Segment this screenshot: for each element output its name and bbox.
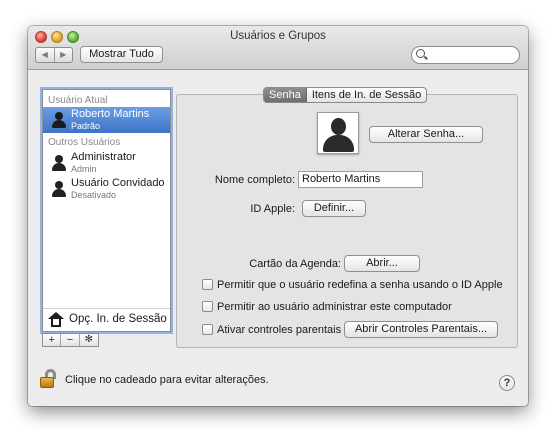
open-parental-controls-button[interactable]: Abrir Controles Parentais... (344, 321, 498, 338)
list-item-administrator[interactable]: Administrator Admin (43, 150, 170, 176)
user-icon (51, 111, 67, 129)
user-role: Admin (71, 164, 97, 174)
back-icon[interactable]: ◀ (36, 48, 55, 62)
current-user-header: Usuário Atual (48, 95, 108, 106)
user-avatar[interactable] (317, 112, 359, 154)
forward-icon[interactable]: ▶ (55, 48, 73, 62)
list-item-guest-user[interactable]: Usuário Convidado Desativado (43, 176, 170, 202)
allow-reset-password-row[interactable]: Permitir que o usuário redefina a senha … (202, 279, 503, 291)
full-name-field[interactable]: Roberto Martins (298, 171, 423, 188)
user-icon (51, 154, 67, 172)
add-user-button[interactable]: + (43, 334, 62, 346)
lock-text: Clique no cadeado para evitar alterações… (65, 374, 269, 386)
user-name: Usuário Convidado (71, 177, 165, 189)
login-options-item[interactable]: Opç. In. de Sessão (43, 308, 170, 330)
sidebar-toolbar: + − ✻ (42, 333, 99, 347)
apple-id-label: ID Apple: (250, 203, 295, 215)
search-input[interactable] (411, 46, 520, 64)
users-list[interactable]: Usuário Atual Roberto Martins Padrão Out… (42, 89, 171, 332)
allow-admin-checkbox[interactable] (202, 301, 213, 312)
tab-password[interactable]: Senha (264, 88, 307, 102)
window-title: Usuários e Grupos (230, 30, 326, 42)
house-icon (48, 312, 64, 327)
other-users-header: Outros Usuários (48, 137, 121, 148)
user-role: Padrão (71, 121, 101, 131)
allow-admin-label: Permitir ao usuário administrar este com… (217, 301, 452, 313)
nav-back-forward: ◀ ▶ (35, 47, 73, 63)
lock-icon[interactable] (40, 369, 58, 389)
show-all-button[interactable]: Mostrar Tudo (80, 46, 163, 63)
apple-id-set-button[interactable]: Definir... (302, 200, 366, 217)
remove-user-button[interactable]: − (61, 334, 80, 346)
list-item-current-user[interactable]: Roberto Martins Padrão (43, 107, 170, 133)
user-name: Administrator (71, 151, 136, 163)
login-options-label: Opç. In. de Sessão (69, 313, 167, 325)
user-icon (51, 180, 67, 198)
address-card-open-button[interactable]: Abrir... (344, 255, 420, 272)
tab-bar: Senha Itens de In. de Sessão (263, 87, 428, 103)
tab-login-items[interactable]: Itens de In. de Sessão (307, 88, 426, 102)
parental-controls-checkbox[interactable] (202, 324, 213, 335)
search-icon (416, 49, 425, 58)
parental-controls-row[interactable]: Ativar controles parentais (202, 324, 341, 336)
allow-reset-password-label: Permitir que o usuário redefina a senha … (217, 279, 503, 291)
full-name-label: Nome completo: (214, 174, 295, 186)
title-bar: Usuários e Grupos ◀ ▶ Mostrar Tudo (28, 26, 528, 70)
actions-gear-icon[interactable]: ✻ (80, 334, 98, 346)
allow-admin-row[interactable]: Permitir ao usuário administrar este com… (202, 301, 452, 313)
address-card-label: Cartão da Agenda: (249, 258, 341, 270)
help-icon[interactable]: ? (499, 375, 515, 391)
parental-controls-label: Ativar controles parentais (217, 324, 342, 336)
change-password-button[interactable]: Alterar Senha... (369, 126, 483, 143)
preferences-window: Usuários e Grupos ◀ ▶ Mostrar Tudo Usuár… (28, 26, 528, 406)
user-role: Desativado (71, 190, 117, 200)
user-name: Roberto Martins (71, 108, 150, 120)
allow-reset-password-checkbox[interactable] (202, 279, 213, 290)
